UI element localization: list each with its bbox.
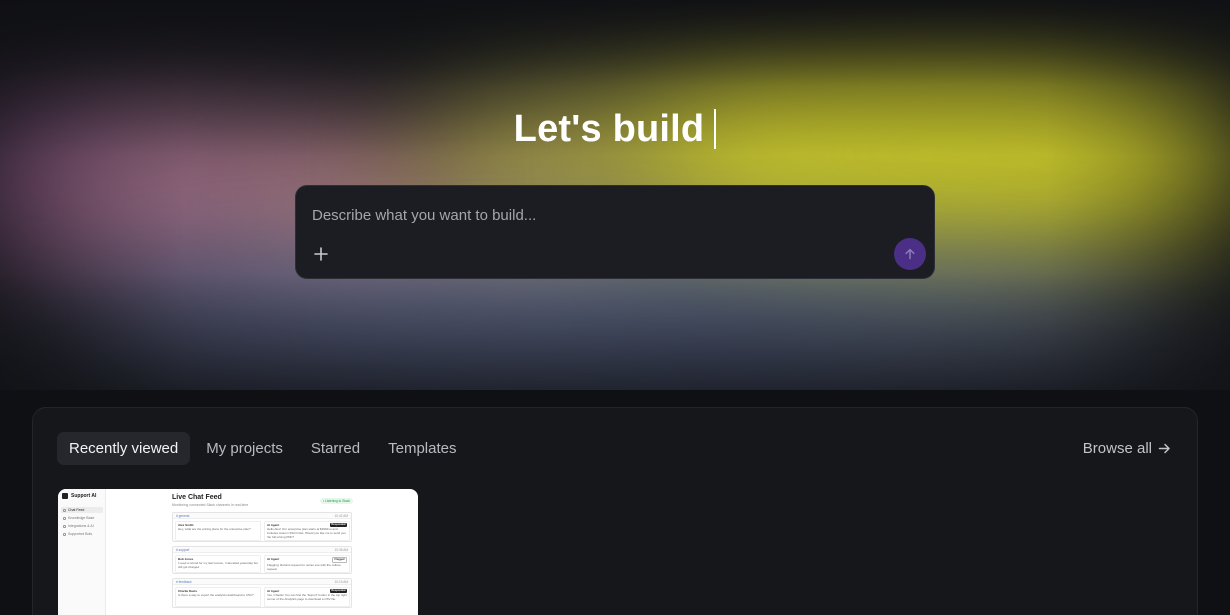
- preview-conversation: # general 10:42 AM Alex Smith Hey, what a…: [172, 512, 352, 542]
- hero-headline: Let's build: [0, 108, 1230, 151]
- tab-recently-viewed[interactable]: Recently viewed: [57, 432, 191, 465]
- plus-icon: [314, 247, 328, 261]
- browse-all-link[interactable]: Browse all: [1083, 432, 1171, 465]
- bot-icon: [63, 532, 66, 536]
- preview-nav-item: Integrations & AI: [61, 523, 103, 529]
- preview-logo-icon: [62, 493, 68, 499]
- browse-all-label: Browse all: [1082, 440, 1152, 457]
- preview-conversation: # feedback 10:15 AM Charlie Davis Is ther…: [172, 578, 352, 608]
- preview-brand: Support AI: [71, 493, 97, 499]
- arrow-right-icon: [1158, 443, 1170, 454]
- book-icon: [63, 516, 66, 520]
- project-card[interactable]: Support AI Chat Feed Knowledge Base Inte…: [58, 489, 418, 615]
- preview-conversation: # support 10:38 AM Bob Jones I need a ref…: [172, 546, 352, 574]
- hero-section: Let's build: [0, 0, 1230, 390]
- preview-subtitle: Monitoring connected Slack channels in r…: [172, 503, 249, 507]
- prompt-box: [295, 185, 935, 279]
- prompt-input[interactable]: [312, 204, 912, 226]
- tab-starred[interactable]: Starred: [299, 432, 372, 465]
- project-tabs: Recently viewed My projects Starred Temp…: [57, 432, 468, 465]
- send-button[interactable]: [894, 238, 926, 270]
- preview-nav-item: Supported Bots: [61, 531, 103, 537]
- projects-panel: Recently viewed My projects Starred Temp…: [32, 407, 1198, 615]
- tab-my-projects[interactable]: My projects: [194, 432, 295, 465]
- arrow-up-icon: [905, 248, 915, 260]
- attach-button[interactable]: [310, 243, 332, 265]
- plug-icon: [63, 524, 66, 528]
- preview-title: Live Chat Feed: [172, 494, 222, 501]
- typing-caret: [714, 109, 717, 149]
- chat-icon: [63, 508, 66, 512]
- preview-sidebar: Support AI Chat Feed Knowledge Base Inte…: [58, 489, 106, 615]
- tab-templates[interactable]: Templates: [376, 432, 468, 465]
- preview-nav-item: Knowledge Base: [61, 515, 103, 521]
- preview-nav-item: Chat Feed: [61, 507, 103, 513]
- hero-headline-text: Let's build: [513, 108, 705, 150]
- preview-status-badge: • Listening to Slack: [320, 498, 353, 504]
